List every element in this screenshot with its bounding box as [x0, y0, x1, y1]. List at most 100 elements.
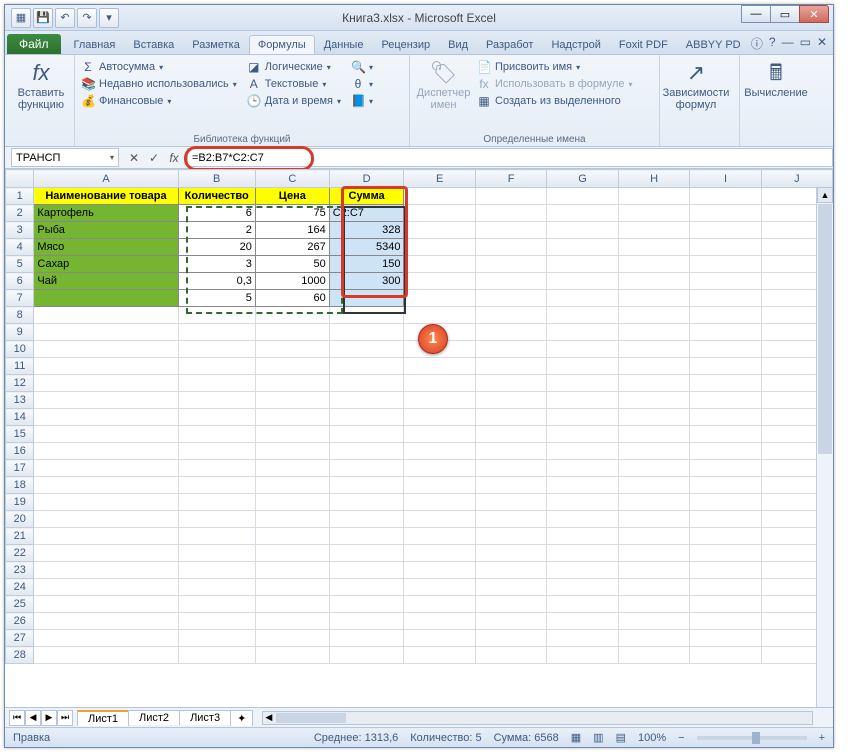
doc-max-icon[interactable]: ▭: [800, 35, 811, 52]
cell-A3[interactable]: Рыба: [34, 222, 178, 239]
cell-C1[interactable]: Цена: [255, 188, 329, 205]
cell-B2[interactable]: 6: [178, 205, 255, 222]
col-G[interactable]: G: [547, 170, 619, 188]
cell-C4[interactable]: 267: [255, 239, 329, 256]
cell-B4[interactable]: 20: [178, 239, 255, 256]
cell-D3[interactable]: 328: [329, 222, 404, 239]
financial-button[interactable]: 💰Финансовые▾: [81, 93, 237, 109]
redo-button[interactable]: ↷: [77, 8, 97, 28]
cell-A1[interactable]: Наименование товара: [34, 188, 178, 205]
calculation-button[interactable]: 🖩 Вычисление: [746, 59, 806, 101]
text-button[interactable]: AТекстовые▾: [247, 76, 341, 92]
formula-dependencies-button[interactable]: ↗ Зависимости формул: [666, 59, 726, 113]
doc-close-icon[interactable]: ✕: [817, 35, 827, 52]
vertical-scrollbar[interactable]: ▲: [816, 187, 833, 707]
cell-C5[interactable]: 50: [255, 256, 329, 273]
qat-dropdown[interactable]: ▾: [99, 8, 119, 28]
minimize-button[interactable]: —: [741, 5, 771, 23]
insert-function-button[interactable]: fx Вставить функцию: [11, 59, 71, 113]
save-button[interactable]: 💾: [33, 8, 53, 28]
cell-B1[interactable]: Количество: [178, 188, 255, 205]
cell-E1[interactable]: [404, 188, 475, 205]
cell-D1[interactable]: Сумма: [329, 188, 404, 205]
sheet-next-button[interactable]: ▶: [41, 710, 57, 726]
cell-D2[interactable]: C2:C7: [329, 205, 404, 222]
name-box-dropdown-icon[interactable]: ▾: [110, 153, 114, 162]
close-button[interactable]: ✕: [799, 5, 829, 23]
lookup-button[interactable]: 🔍▾: [351, 59, 373, 75]
sheet-last-button[interactable]: ⏭: [57, 710, 73, 726]
row-7[interactable]: 7: [6, 290, 34, 307]
col-I[interactable]: I: [690, 170, 761, 188]
row-6[interactable]: 6: [6, 273, 34, 290]
cell-D5[interactable]: 150: [329, 256, 404, 273]
col-D[interactable]: D: [329, 170, 404, 188]
doc-min-icon[interactable]: —: [782, 35, 794, 52]
cell-A5[interactable]: Сахар: [34, 256, 178, 273]
cell-A4[interactable]: Мясо: [34, 239, 178, 256]
datetime-button[interactable]: 🕒Дата и время▾: [247, 93, 341, 109]
row-4[interactable]: 4: [6, 239, 34, 256]
sheet-first-button[interactable]: ⏮: [9, 710, 25, 726]
cell-B7[interactable]: 5: [178, 290, 255, 307]
tab-addins[interactable]: Надстрой: [542, 35, 609, 54]
assign-name-button[interactable]: 📄Присвоить имя▾: [477, 59, 633, 75]
col-B[interactable]: B: [178, 170, 255, 188]
name-box[interactable]: ТРАНСП ▾: [11, 148, 119, 167]
cell-B5[interactable]: 3: [178, 256, 255, 273]
name-manager-button[interactable]: 🏷 Диспетчер имен: [416, 59, 471, 113]
tab-insert[interactable]: Вставка: [124, 35, 183, 54]
cell-C6[interactable]: 1000: [255, 273, 329, 290]
cell-B3[interactable]: 2: [178, 222, 255, 239]
undo-button[interactable]: ↶: [55, 8, 75, 28]
col-J[interactable]: J: [761, 170, 832, 188]
tab-home[interactable]: Главная: [65, 35, 125, 54]
tab-review[interactable]: Рецензир: [372, 35, 439, 54]
zoom-level[interactable]: 100%: [638, 732, 666, 744]
row-5[interactable]: 5: [6, 256, 34, 273]
view-normal-icon[interactable]: ▦: [571, 731, 581, 744]
col-F[interactable]: F: [475, 170, 546, 188]
cell-D7[interactable]: [329, 290, 404, 307]
tab-foxit[interactable]: Foxit PDF: [610, 35, 677, 54]
math-button[interactable]: θ▾: [351, 76, 373, 92]
file-tab[interactable]: Файл: [7, 34, 61, 54]
scroll-up-button[interactable]: ▲: [817, 187, 833, 203]
tab-abbyy[interactable]: ABBYY PD: [677, 35, 750, 54]
formula-accept-button[interactable]: ✓: [145, 149, 163, 167]
worksheet-grid[interactable]: A B C D E F G H I J 1 Наименование товар…: [5, 169, 833, 707]
cell-A2[interactable]: Картофель: [34, 205, 178, 222]
cell-A6[interactable]: Чай: [34, 273, 178, 290]
cell-D4[interactable]: 5340: [329, 239, 404, 256]
scroll-thumb[interactable]: [818, 204, 832, 454]
col-C[interactable]: C: [255, 170, 329, 188]
help-icon[interactable]: ?: [769, 35, 776, 52]
zoom-in-button[interactable]: +: [819, 732, 825, 744]
tab-layout[interactable]: Разметка: [183, 35, 249, 54]
logical-button[interactable]: ◪Логические▾: [247, 59, 341, 75]
sheet-prev-button[interactable]: ◀: [25, 710, 41, 726]
more-fn-button[interactable]: 📘▾: [351, 93, 373, 109]
new-sheet-button[interactable]: ✦: [230, 710, 253, 726]
horizontal-scrollbar[interactable]: ◀: [262, 711, 813, 725]
row-1[interactable]: 1: [6, 188, 34, 205]
cell-B6[interactable]: 0,3: [178, 273, 255, 290]
tab-data[interactable]: Данные: [315, 35, 373, 54]
recent-fn-button[interactable]: 📚Недавно использовались▾: [81, 76, 237, 92]
sheet-tab-2[interactable]: Лист2: [128, 710, 180, 725]
maximize-button[interactable]: ▭: [770, 5, 800, 23]
row-3[interactable]: 3: [6, 222, 34, 239]
view-layout-icon[interactable]: ▥: [593, 731, 603, 744]
tab-developer[interactable]: Разработ: [477, 35, 542, 54]
cell-C2[interactable]: 75: [255, 205, 329, 222]
sheet-tab-1[interactable]: Лист1: [77, 710, 129, 726]
select-all-corner[interactable]: [6, 170, 34, 188]
fx-button[interactable]: fx: [165, 149, 183, 167]
zoom-slider[interactable]: [697, 736, 807, 740]
col-H[interactable]: H: [618, 170, 689, 188]
view-break-icon[interactable]: ▤: [616, 731, 626, 744]
use-in-formula-button[interactable]: fxИспользовать в формуле▾: [477, 76, 633, 92]
formula-cancel-button[interactable]: ✕: [125, 149, 143, 167]
sheet-tab-3[interactable]: Лист3: [179, 710, 231, 725]
autosum-button[interactable]: ΣАвтосумма▾: [81, 59, 237, 75]
